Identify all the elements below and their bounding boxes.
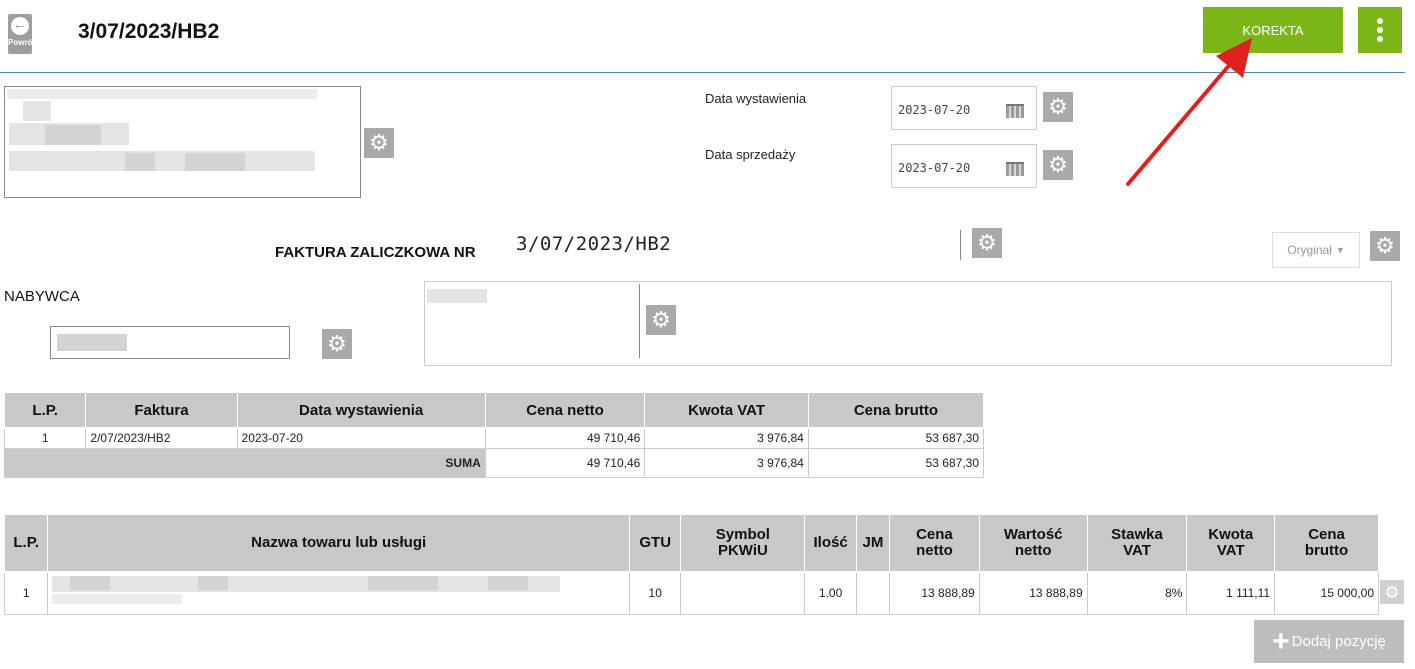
sum-netto: 49 710,46 bbox=[484, 448, 646, 478]
col-lp: L.P. bbox=[3, 514, 49, 572]
back-label: Powrót bbox=[8, 38, 36, 47]
cell-brutto: 53 687,30 bbox=[807, 427, 985, 449]
invoice-number[interactable]: 3/07/2023/HB2 bbox=[516, 233, 671, 255]
advance-invoices-table: L.P. Faktura Data wystawienia Cena netto… bbox=[3, 392, 985, 478]
col-pkwiu: Symbol PKWiU bbox=[680, 514, 806, 572]
col-net-value: Wartość netto bbox=[978, 514, 1088, 572]
sale-date-label: Data sprzedaży bbox=[705, 147, 796, 162]
cell-vat-rate: 8% bbox=[1086, 571, 1188, 615]
seller-settings-gear-icon[interactable]: ⚙ bbox=[364, 128, 394, 158]
sum-vat: 3 976,84 bbox=[644, 448, 809, 478]
col-kwota-vat: Kwota VAT bbox=[644, 392, 809, 428]
col-net-price: Cena netto bbox=[889, 514, 980, 572]
back-arrow-icon: ← bbox=[11, 16, 29, 35]
col-name: Nazwa towaru lub usługi bbox=[47, 514, 630, 572]
invoice-number-gear-icon[interactable]: ⚙ bbox=[972, 228, 1002, 258]
copy-type-value: Oryginał bbox=[1287, 243, 1332, 257]
cell-netto: 49 710,46 bbox=[484, 427, 646, 449]
cell-data: 2023-07-20 bbox=[236, 427, 486, 449]
cell-pkwiu bbox=[680, 571, 806, 615]
korekta-button[interactable]: KOREKTA bbox=[1203, 7, 1343, 53]
more-menu-button[interactable] bbox=[1358, 7, 1402, 53]
cell-net-value: 13 888,89 bbox=[978, 571, 1088, 615]
col-cena-brutto: Cena brutto bbox=[807, 392, 985, 428]
buyer-details-box[interactable] bbox=[424, 281, 1392, 366]
cell-faktura: 2/07/2023/HB2 bbox=[85, 427, 238, 449]
issue-date-field[interactable]: 2023-07-20 bbox=[891, 86, 1037, 130]
sum-row: SUMA 49 710,46 3 976,84 53 687,30 bbox=[4, 448, 985, 478]
invoice-type-label: FAKTURA ZALICZKOWA NR bbox=[275, 244, 476, 261]
table-row[interactable]: 1 10 1.00 13 888,89 13 888,89 8% 1 111,1… bbox=[3, 571, 1379, 615]
col-faktura: Faktura bbox=[85, 392, 238, 428]
buyer-input[interactable] bbox=[50, 326, 290, 359]
copy-type-gear-icon[interactable]: ⚙ bbox=[1370, 231, 1400, 261]
sum-label: SUMA bbox=[4, 448, 486, 478]
cell-name[interactable] bbox=[47, 571, 630, 615]
issue-date-value: 2023-07-20 bbox=[898, 103, 971, 117]
seller-box[interactable] bbox=[4, 86, 361, 198]
items-table: L.P. Nazwa towaru lub usługi GTU Symbol P… bbox=[3, 514, 1379, 615]
divider bbox=[960, 230, 961, 260]
cell-vat-amount: 1 111,11 bbox=[1186, 571, 1276, 615]
col-cena-netto: Cena netto bbox=[484, 392, 646, 428]
copy-type-select[interactable]: Oryginał ▼ bbox=[1272, 232, 1360, 268]
calendar-icon[interactable] bbox=[1006, 104, 1024, 118]
col-qty: Ilość bbox=[804, 514, 857, 572]
buyer-gear-icon[interactable]: ⚙ bbox=[322, 329, 352, 359]
page-title: 3/07/2023/HB2 bbox=[78, 20, 220, 43]
table-row: 1 2/07/2023/HB2 2023-07-20 49 710,46 3 9… bbox=[3, 427, 985, 449]
cell-net-price: 13 888,89 bbox=[889, 571, 980, 615]
cell-gtu: 10 bbox=[628, 571, 682, 615]
col-vat-amount: Kwota VAT bbox=[1186, 514, 1276, 572]
col-vat-rate: Stawka VAT bbox=[1086, 514, 1188, 572]
sale-date-field[interactable]: 2023-07-20 bbox=[891, 144, 1037, 188]
issue-date-gear-icon[interactable]: ⚙ bbox=[1043, 92, 1073, 122]
buyer-label: NABYWCA bbox=[4, 288, 80, 305]
calendar-icon[interactable] bbox=[1006, 162, 1024, 176]
cell-lp: 1 bbox=[3, 427, 87, 449]
col-unit: JM bbox=[855, 514, 891, 572]
cell-gross: 15 000,00 bbox=[1274, 571, 1379, 615]
cell-qty: 1.00 bbox=[804, 571, 857, 615]
issue-date-label: Data wystawienia bbox=[705, 91, 807, 106]
add-position-button[interactable]: + Dodaj pozycję bbox=[1254, 620, 1404, 663]
col-gross: Cena brutto bbox=[1274, 514, 1379, 572]
sum-brutto: 53 687,30 bbox=[807, 448, 985, 478]
cell-vat: 3 976,84 bbox=[644, 427, 809, 449]
divider bbox=[639, 284, 640, 358]
header-divider bbox=[0, 72, 1405, 73]
cell-unit bbox=[855, 571, 891, 615]
col-data-wystawienia: Data wystawienia bbox=[236, 392, 486, 428]
plus-icon: + bbox=[1272, 624, 1290, 658]
col-gtu: GTU bbox=[628, 514, 682, 572]
chevron-down-icon: ▼ bbox=[1335, 245, 1345, 255]
col-lp: L.P. bbox=[3, 392, 87, 428]
row-gear-icon[interactable]: ⚙ bbox=[1380, 580, 1404, 604]
sale-date-gear-icon[interactable]: ⚙ bbox=[1043, 150, 1073, 180]
buyer-details-gear-icon[interactable]: ⚙ bbox=[646, 305, 676, 335]
cell-lp: 1 bbox=[3, 571, 49, 615]
sale-date-value: 2023-07-20 bbox=[898, 161, 971, 175]
add-position-label: Dodaj pozycję bbox=[1291, 633, 1386, 650]
back-button[interactable]: ← Powrót bbox=[8, 14, 36, 54]
